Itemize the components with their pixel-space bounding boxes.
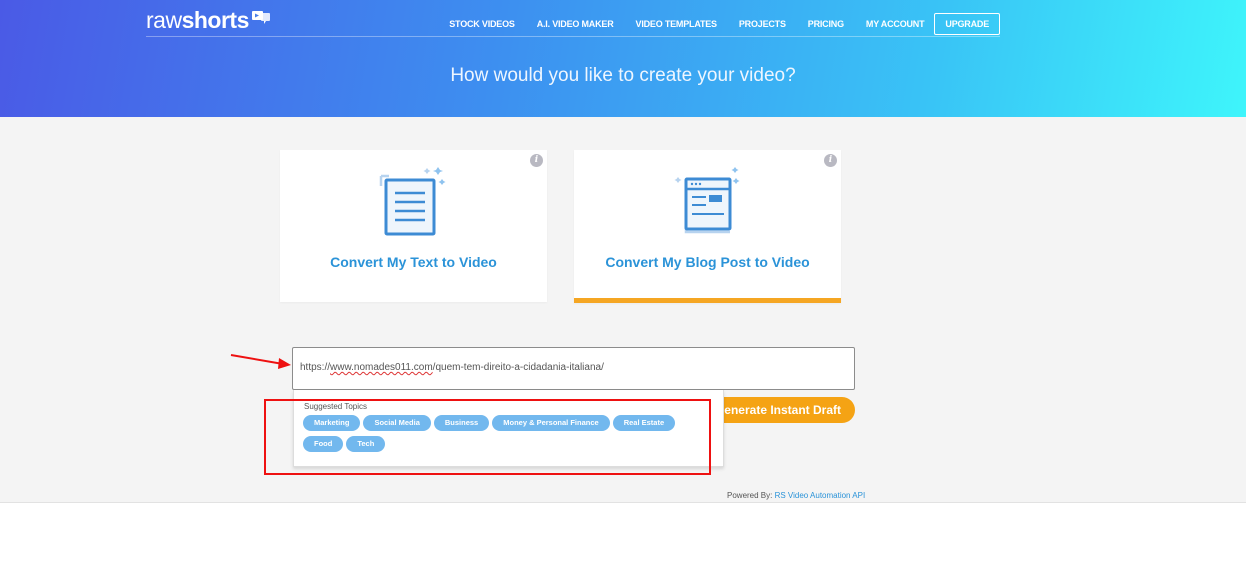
topic-chip-tech[interactable]: Tech xyxy=(346,436,386,452)
topic-chip-social-media[interactable]: Social Media xyxy=(363,415,431,431)
nav-stock-videos[interactable]: STOCK VIDEOS xyxy=(449,19,515,29)
logo-text-shorts: shorts xyxy=(181,7,250,33)
nav-pricing[interactable]: PRICING xyxy=(808,19,844,29)
suggested-topics-title: Suggested Topics xyxy=(304,402,368,411)
document-icon xyxy=(379,167,446,236)
topic-chip-marketing[interactable]: Marketing xyxy=(303,415,361,431)
topic-chip-real-estate[interactable]: Real Estate xyxy=(612,415,676,431)
convert-blog-label: Convert My Blog Post to Video xyxy=(605,254,810,270)
nav-my-account[interactable]: MY ACCOUNT xyxy=(866,19,925,29)
suggested-topics-dropdown: Suggested Topics Marketing Social Media … xyxy=(293,390,724,467)
convert-text-card[interactable]: i Convert My Text to Video xyxy=(280,150,547,302)
convert-text-label: Convert My Text to Video xyxy=(330,254,497,270)
rs-api-link[interactable]: RS Video Automation API xyxy=(775,491,866,500)
rawshorts-logo[interactable]: raw shorts xyxy=(146,7,271,34)
topic-chip-money-personal-finance[interactable]: Money & Personal Finance xyxy=(492,415,610,431)
blog-url-input[interactable] xyxy=(292,347,855,390)
powered-by: Powered By: RS Video Automation API xyxy=(727,491,865,500)
hero-header: raw shorts STOCK VIDEOS A.I. VIDEO MAKER … xyxy=(0,0,1246,117)
nav-ai-video-maker[interactable]: A.I. VIDEO MAKER xyxy=(537,19,614,29)
topic-chip-list: Marketing Social Media Business Money & … xyxy=(303,415,718,457)
powered-by-label: Powered By: xyxy=(727,491,773,500)
logo-text-raw: raw xyxy=(146,7,182,33)
header-divider xyxy=(146,36,1000,37)
upgrade-button[interactable]: UPGRADE xyxy=(934,13,1000,35)
topic-chip-business[interactable]: Business xyxy=(433,415,490,431)
browser-page-icon xyxy=(674,167,740,234)
topic-chip-food[interactable]: Food xyxy=(303,436,344,452)
top-nav: STOCK VIDEOS A.I. VIDEO MAKER VIDEO TEMP… xyxy=(427,13,1000,35)
page-title: How would you like to create your video? xyxy=(450,65,796,86)
logo-chat-icon xyxy=(251,10,270,24)
nav-projects[interactable]: PROJECTS xyxy=(739,19,786,29)
annotation-arrow-icon xyxy=(230,354,291,369)
page: raw shorts STOCK VIDEOS A.I. VIDEO MAKER … xyxy=(0,0,1246,561)
convert-blog-card[interactable]: i Convert My Blog Post to Video xyxy=(574,150,841,303)
nav-video-templates[interactable]: VIDEO TEMPLATES xyxy=(636,19,718,29)
